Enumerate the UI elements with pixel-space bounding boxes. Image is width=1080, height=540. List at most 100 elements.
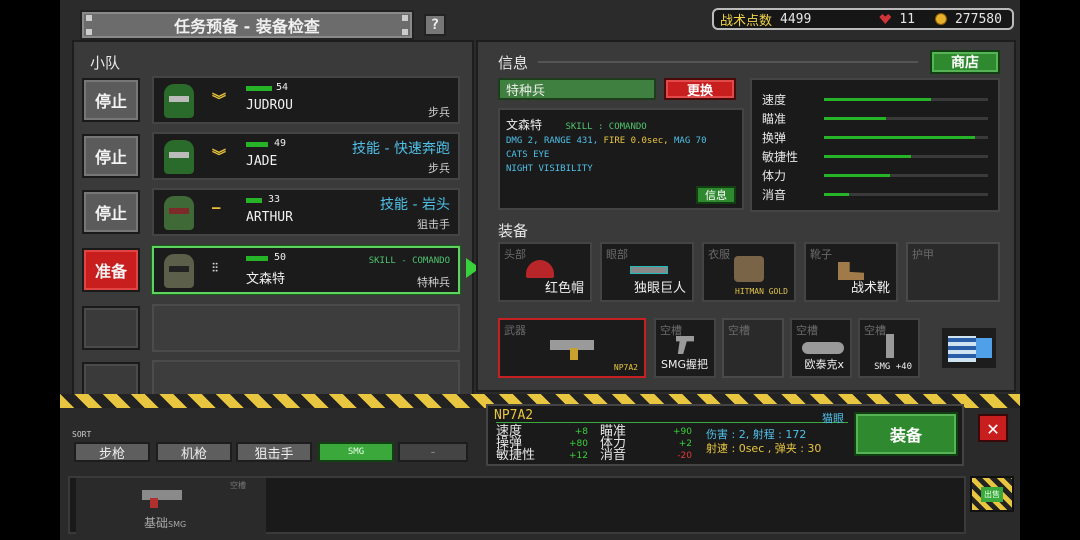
inventory-item-corner: 空槽 (230, 481, 246, 490)
stat-fill (824, 98, 931, 101)
sort-label: SORT (72, 430, 92, 439)
squad-label: 小队 (90, 54, 121, 72)
detail-name: 文森特 (506, 118, 543, 132)
weapon-item-name: NP7A2 (613, 363, 638, 372)
grip-icon (676, 336, 694, 354)
loadout-preset-button[interactable] (940, 326, 998, 370)
head-item-name: 红色帽 (544, 281, 584, 296)
detail-trait: NIGHT VISIBILITY (506, 164, 593, 174)
level-bar (246, 86, 272, 91)
inventory-item-name: 基础SMG (144, 516, 187, 530)
empty-soldier-slot[interactable] (152, 304, 460, 352)
sort-extra-button[interactable]: - (398, 442, 468, 462)
weapon-detail-tag: 猫眼 (822, 412, 844, 425)
sell-label: 出售 (981, 486, 1003, 502)
help-button[interactable]: ? (424, 14, 446, 36)
stat-row: 敏捷性 (762, 147, 988, 166)
detail-info-button[interactable]: 信息 (696, 186, 736, 204)
soldier-name: JUDROU (246, 98, 293, 113)
level-bar (246, 198, 262, 203)
stat-track (824, 193, 988, 196)
head-slot[interactable]: 头部 红色帽 (498, 242, 592, 302)
attachment-slot-empty[interactable]: 空槽 (722, 318, 784, 378)
soldier-class: 步兵 (428, 162, 450, 175)
stop-button-judrou[interactable]: 停止 (82, 78, 140, 122)
page-title: 任务预备 - 装备检查 (174, 17, 320, 36)
weapon-fire-line: 射速 : 0sec , 弹夹 : 30 (706, 442, 822, 455)
soldier-level: 49 (274, 138, 287, 149)
armor-slot[interactable]: 护甲 (906, 242, 1000, 302)
stop-button-jade[interactable]: 停止 (82, 134, 140, 178)
bolt-icon (86, 15, 92, 21)
double-chevron-rank-icon: ︾ (212, 93, 226, 109)
stat-row: 消音 (762, 185, 988, 204)
clothes-item-name: HITMAN GOLD (735, 287, 788, 296)
eyes-item-name: 独眼巨人 (633, 281, 686, 296)
stat-name: 体力 (762, 169, 787, 183)
boots-item-name: 战术靴 (850, 281, 890, 296)
sort-machinegun-button[interactable]: 机枪 (156, 442, 232, 462)
attachment-slot-scope[interactable]: 空槽 欧泰克x (790, 318, 852, 378)
divider (538, 61, 918, 63)
stat-track (824, 98, 988, 101)
clothes-slot[interactable]: 衣服 HITMAN GOLD (702, 242, 796, 302)
soldier-name: 文森特 (246, 272, 286, 287)
soldier-skill: 技能 - 岩头 (380, 197, 450, 213)
coin-icon (934, 13, 947, 25)
stat-fill (824, 117, 887, 120)
close-button[interactable]: ✕ (978, 414, 1008, 442)
weapon-slot[interactable]: 武器 NP7A2 (498, 318, 646, 378)
soldier-avatar (164, 140, 194, 174)
stop-button-arthur[interactable]: 停止 (82, 190, 140, 234)
sort-rifle-button[interactable]: 步枪 (74, 442, 150, 462)
double-chevron-rank-icon: ︾ (212, 149, 226, 165)
stat-row: 换弹 (762, 128, 988, 147)
class-name-bar: 特种兵 (498, 78, 656, 100)
soldier-card-arthur[interactable]: — 33 ARTHUR 技能 - 岩头 狙击手 (152, 188, 460, 236)
scope-item-name: 欧泰克x (804, 358, 844, 371)
weapon-stat-column-1: 速度 +8 操弹 +80 敏捷性 +12 (496, 424, 588, 463)
detail-stats-line: DMG 2, RANGE 431, FIRE 0.0sec, MAG 70 (506, 136, 707, 146)
equipment-label: 装备 (498, 222, 529, 240)
double-dot-rank-icon: ⫶⫶ (212, 261, 219, 275)
bolt-icon (402, 29, 408, 35)
eyes-slot[interactable]: 眼部 独眼巨人 (600, 242, 694, 302)
soldier-avatar (164, 84, 194, 118)
single-bar-rank-icon: — (212, 200, 221, 216)
sort-smg-button[interactable]: SMG (318, 442, 394, 462)
currency-display: 战术点数 4499 11 277580 (712, 8, 1014, 30)
soldier-name: JADE (246, 154, 278, 169)
loadout-list-icon (948, 336, 976, 362)
level-bar (246, 142, 268, 147)
soldier-avatar (164, 254, 194, 288)
inventory-item[interactable]: 空槽 基础SMG (76, 478, 266, 534)
stat-name: 消音 (762, 188, 787, 202)
empty-slot-button[interactable] (82, 306, 140, 350)
soldier-card-jade[interactable]: ︾ 49 JADE 技能 - 快速奔跑 步兵 (152, 132, 460, 180)
soldier-card-judrou[interactable]: ︾ 54 JUDROU 步兵 (152, 76, 460, 124)
magazine-icon (150, 498, 158, 508)
scope-icon (802, 342, 844, 354)
stat-row: 瞄准 (762, 109, 988, 128)
soldier-level: 54 (276, 82, 289, 93)
weapon-detail-name: NP7A2 (494, 408, 534, 423)
attachment-slot-grip[interactable]: 空槽 SMG握把 (654, 318, 716, 378)
equip-button[interactable]: 装备 (854, 412, 958, 456)
soldier-avatar (164, 196, 194, 230)
sort-sniper-button[interactable]: 狙击手 (236, 442, 312, 462)
change-class-button[interactable]: 更换 (664, 78, 736, 100)
boots-slot[interactable]: 靴子 战术靴 (804, 242, 898, 302)
stat-track (824, 117, 988, 120)
stat-fill (824, 155, 911, 158)
magazine-item-name: SMG +40 (874, 362, 912, 372)
attachment-slot-magazine[interactable]: 空槽 SMG +40 (858, 318, 920, 378)
sell-button[interactable]: 出售 (970, 476, 1014, 512)
stat-track (824, 136, 988, 139)
shop-button[interactable]: 商店 (930, 50, 1000, 74)
ready-button-vincent[interactable]: 准备 (82, 248, 140, 292)
stat-row: 体力 (762, 166, 988, 185)
soldier-card-vincent[interactable]: ⫶⫶ 50 文森特 SKILL - COMANDO 特种兵 (152, 246, 460, 294)
tactical-points-label: 战术点数 (720, 13, 773, 29)
soldier-level: 33 (268, 194, 281, 205)
detail-header: 文森特 SKILL : COMANDO (506, 118, 736, 134)
